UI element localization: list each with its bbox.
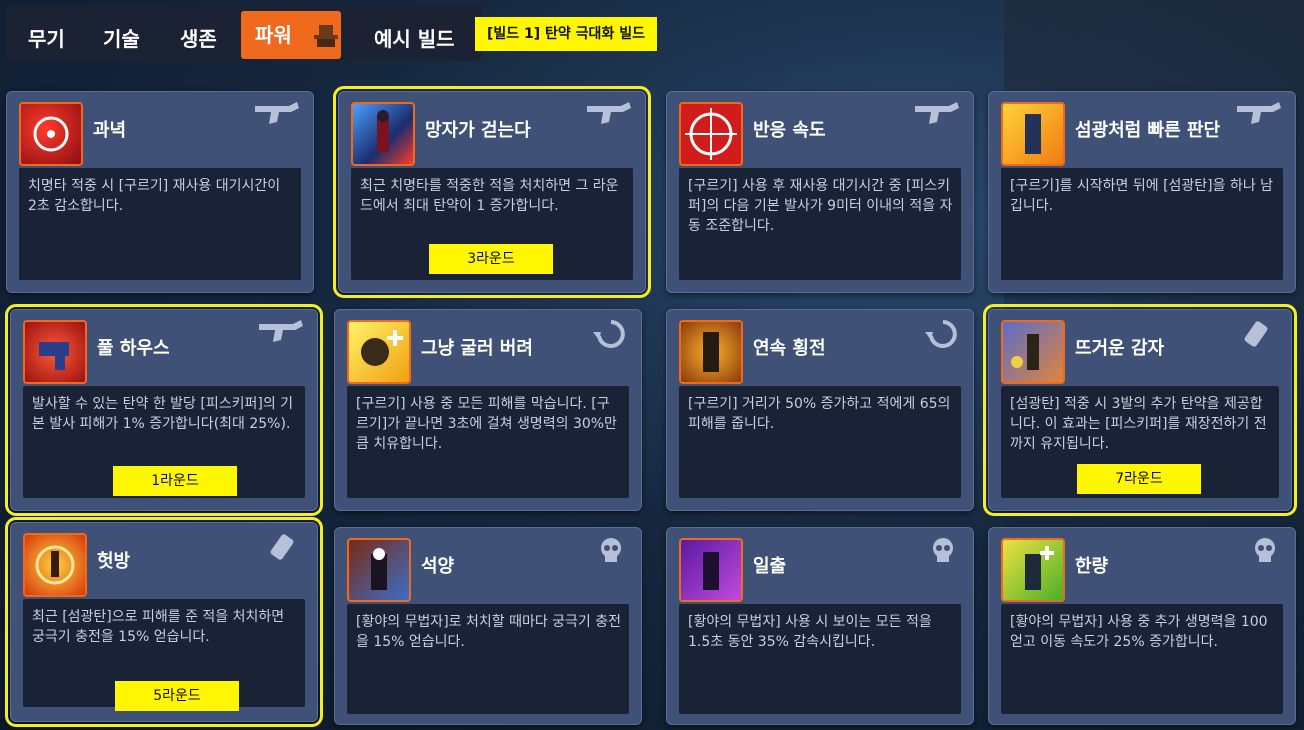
revolver-icon	[255, 102, 299, 124]
power-title: 연속 횡전	[753, 338, 826, 359]
power-title: 석양	[421, 556, 455, 577]
tab-ability[interactable]: 기술	[103, 15, 140, 63]
power-description: [구르기]를 시작하면 뒤에 [섬광탄]을 하나 남깁니다.	[1010, 178, 1274, 214]
roll-figure-icon	[361, 330, 403, 366]
hat-icon	[314, 25, 338, 47]
tab-power-label: 파워	[255, 23, 292, 47]
power-portrait	[23, 533, 87, 597]
description-box: [구르기] 거리가 50% 증가하고 적에게 65의 피해를 줍니다.	[679, 386, 961, 498]
tab-example-build[interactable]: 예시 빌드	[374, 15, 455, 63]
power-portrait	[1001, 538, 1065, 602]
power-title: 풀 하우스	[97, 338, 170, 359]
power-card[interactable]: 섬광처럼 빠른 판단 [구르기]를 시작하면 뒤에 [섬광탄]을 하나 남깁니다…	[988, 91, 1296, 293]
power-portrait	[347, 320, 411, 384]
power-card[interactable]: 반응 속도 [구르기] 사용 후 재사용 대기시간 중 [피스키퍼]의 다음 기…	[666, 91, 974, 293]
power-card[interactable]: 뜨거운 감자 [섬광탄] 적중 시 3발의 추가 탄약을 제공합니다. 이 효과…	[983, 304, 1297, 516]
power-card[interactable]: 연속 횡전 [구르기] 거리가 50% 증가하고 적에게 65의 피해를 줍니다…	[666, 309, 974, 511]
power-card[interactable]: 그냥 굴러 버려 [구르기] 사용 중 모든 피해를 막습니다. [구르기]가 …	[334, 309, 642, 511]
round-badge: 3라운드	[429, 244, 553, 274]
power-description: [황야의 무법자]로 처치할 때마다 궁극기 충전을 15% 얻습니다.	[356, 614, 622, 650]
power-title: 과녁	[93, 120, 127, 141]
revolver-icon	[915, 102, 959, 124]
flashbang-icon	[1244, 321, 1268, 347]
tab-weapon[interactable]: 무기	[28, 15, 65, 63]
power-portrait	[679, 538, 743, 602]
power-portrait	[1001, 320, 1065, 384]
power-description: 최근 치명타를 적중한 적을 처치하면 그 라운드에서 최대 탄약이 1 증가합…	[360, 178, 619, 214]
power-description: [섬광탄] 적중 시 3발의 추가 탄약을 제공합니다. 이 효과는 [피스키퍼…	[1010, 396, 1267, 452]
power-description: [구르기] 거리가 50% 증가하고 적에게 65의 피해를 줍니다.	[688, 396, 951, 432]
power-description: [황야의 무법자] 사용 중 추가 생명력을 100 얻고 이동 속도가 25%…	[1010, 614, 1268, 650]
power-card[interactable]: 과녁 치명타 적중 시 [구르기] 재사용 대기시간이 2초 감소합니다.	[6, 91, 314, 293]
power-title: 한량	[1075, 556, 1109, 577]
round-badge: 5라운드	[115, 681, 239, 711]
power-portrait	[1001, 102, 1065, 166]
description-box: [구르기] 사용 중 모든 피해를 막습니다. [구르기]가 끝나면 3초에 걸…	[347, 386, 629, 498]
power-card[interactable]: 풀 하우스 발사할 수 있는 탄약 한 발당 [피스키퍼]의 기본 발사 피해가…	[5, 304, 323, 516]
tab-survival[interactable]: 생존	[180, 15, 217, 63]
revolver-icon	[1237, 102, 1281, 124]
description-box: [섬광탄] 적중 시 3발의 추가 탄약을 제공합니다. 이 효과는 [피스키퍼…	[1001, 386, 1279, 498]
skull-icon	[933, 538, 953, 562]
roll-icon	[925, 320, 957, 348]
power-card[interactable]: 일출 [황야의 무법자] 사용 시 보이는 모든 적을 1.5초 동안 35% …	[666, 527, 974, 725]
crosshair-icon	[685, 108, 737, 160]
revolver-icon	[587, 102, 631, 124]
sunrise-gunslinger-icon	[703, 552, 719, 590]
revolver-icon	[259, 320, 303, 342]
round-badge: 7라운드	[1077, 464, 1201, 494]
description-box: [구르기] 사용 후 재사용 대기시간 중 [피스키퍼]의 다음 기본 발사가 …	[679, 168, 961, 280]
power-portrait	[679, 320, 743, 384]
gunslinger-icon	[377, 110, 389, 152]
description-box: [구르기]를 시작하면 뒤에 [섬광탄]을 하나 남깁니다.	[1001, 168, 1283, 280]
description-box: [황야의 무법자]로 처치할 때마다 궁극기 충전을 15% 얻습니다.	[347, 604, 629, 714]
power-card[interactable]: 헛방 최근 [섬광탄]으로 피해를 준 적을 처치하면 궁극기 충전을 15% …	[5, 517, 323, 727]
description-box: 최근 [섬광탄]으로 피해를 준 적을 처치하면 궁극기 충전을 15% 얻습니…	[23, 599, 305, 711]
target-icon	[33, 116, 69, 152]
power-portrait	[23, 320, 87, 384]
description-box: [황야의 무법자] 사용 시 보이는 모든 적을 1.5초 동안 35% 감속시…	[679, 604, 961, 714]
power-description: [구르기] 사용 후 재사용 대기시간 중 [피스키퍼]의 다음 기본 발사가 …	[688, 178, 953, 234]
description-box: 치명타 적중 시 [구르기] 재사용 대기시간이 2초 감소합니다.	[19, 168, 301, 280]
power-card[interactable]: 한량 [황야의 무법자] 사용 중 추가 생명력을 100 얻고 이동 속도가 …	[988, 527, 1296, 725]
power-description: 최근 [섬광탄]으로 피해를 준 적을 처치하면 궁극기 충전을 15% 얻습니…	[32, 609, 285, 645]
power-title: 망자가 걷는다	[425, 120, 531, 141]
power-portrait	[679, 102, 743, 166]
description-box: 최근 치명타를 적중한 적을 처치하면 그 라운드에서 최대 탄약이 1 증가합…	[351, 168, 633, 280]
power-title: 반응 속도	[753, 120, 826, 141]
dash-icon	[1025, 114, 1041, 154]
skull-icon	[601, 538, 621, 562]
description-box: [황야의 무법자] 사용 중 추가 생명력을 100 얻고 이동 속도가 25%…	[1001, 604, 1283, 714]
power-card[interactable]: 망자가 걷는다 최근 치명타를 적중한 적을 처치하면 그 라운드에서 최대 탄…	[333, 86, 651, 298]
potato-toss-icon	[1011, 334, 1039, 370]
power-description: [황야의 무법자] 사용 시 보이는 모든 적을 1.5초 동안 35% 감속시…	[688, 614, 932, 650]
explosion-icon	[35, 545, 75, 585]
revolver-fist-icon	[39, 342, 69, 370]
round-badge: 1라운드	[113, 466, 237, 496]
power-description: 발사할 수 있는 탄약 한 발당 [피스키퍼]의 기본 발사 피해가 1% 증가…	[32, 396, 294, 432]
category-tab-bar: 무기 기술 생존 파워 예시 빌드	[6, 5, 482, 61]
tab-power[interactable]: 파워	[241, 11, 341, 59]
power-card[interactable]: 석양 [황야의 무법자]로 처치할 때마다 궁극기 충전을 15% 얻습니다.	[334, 527, 642, 725]
spin-figure-icon	[703, 332, 719, 372]
power-title: 섬광처럼 빠른 판단	[1075, 120, 1221, 141]
sunset-gunslinger-icon	[371, 548, 387, 590]
build-label: [빌드 1] 탄약 극대화 빌드	[475, 17, 657, 51]
power-title: 헛방	[97, 551, 131, 572]
power-title: 그냥 굴러 버려	[421, 338, 533, 359]
power-portrait	[19, 102, 83, 166]
power-portrait	[351, 102, 415, 166]
skull-icon	[1255, 538, 1275, 562]
power-description: [구르기] 사용 중 모든 피해를 막습니다. [구르기]가 끝나면 3초에 걸…	[356, 396, 617, 452]
idler-gunslinger-icon	[1025, 546, 1054, 590]
flashbang-icon	[270, 534, 294, 560]
power-description: 치명타 적중 시 [구르기] 재사용 대기시간이 2초 감소합니다.	[28, 178, 281, 214]
power-portrait	[347, 538, 411, 602]
power-title: 뜨거운 감자	[1075, 338, 1165, 359]
roll-icon	[593, 320, 625, 348]
description-box: 발사할 수 있는 탄약 한 발당 [피스키퍼]의 기본 발사 피해가 1% 증가…	[23, 386, 305, 498]
power-title: 일출	[753, 556, 787, 577]
